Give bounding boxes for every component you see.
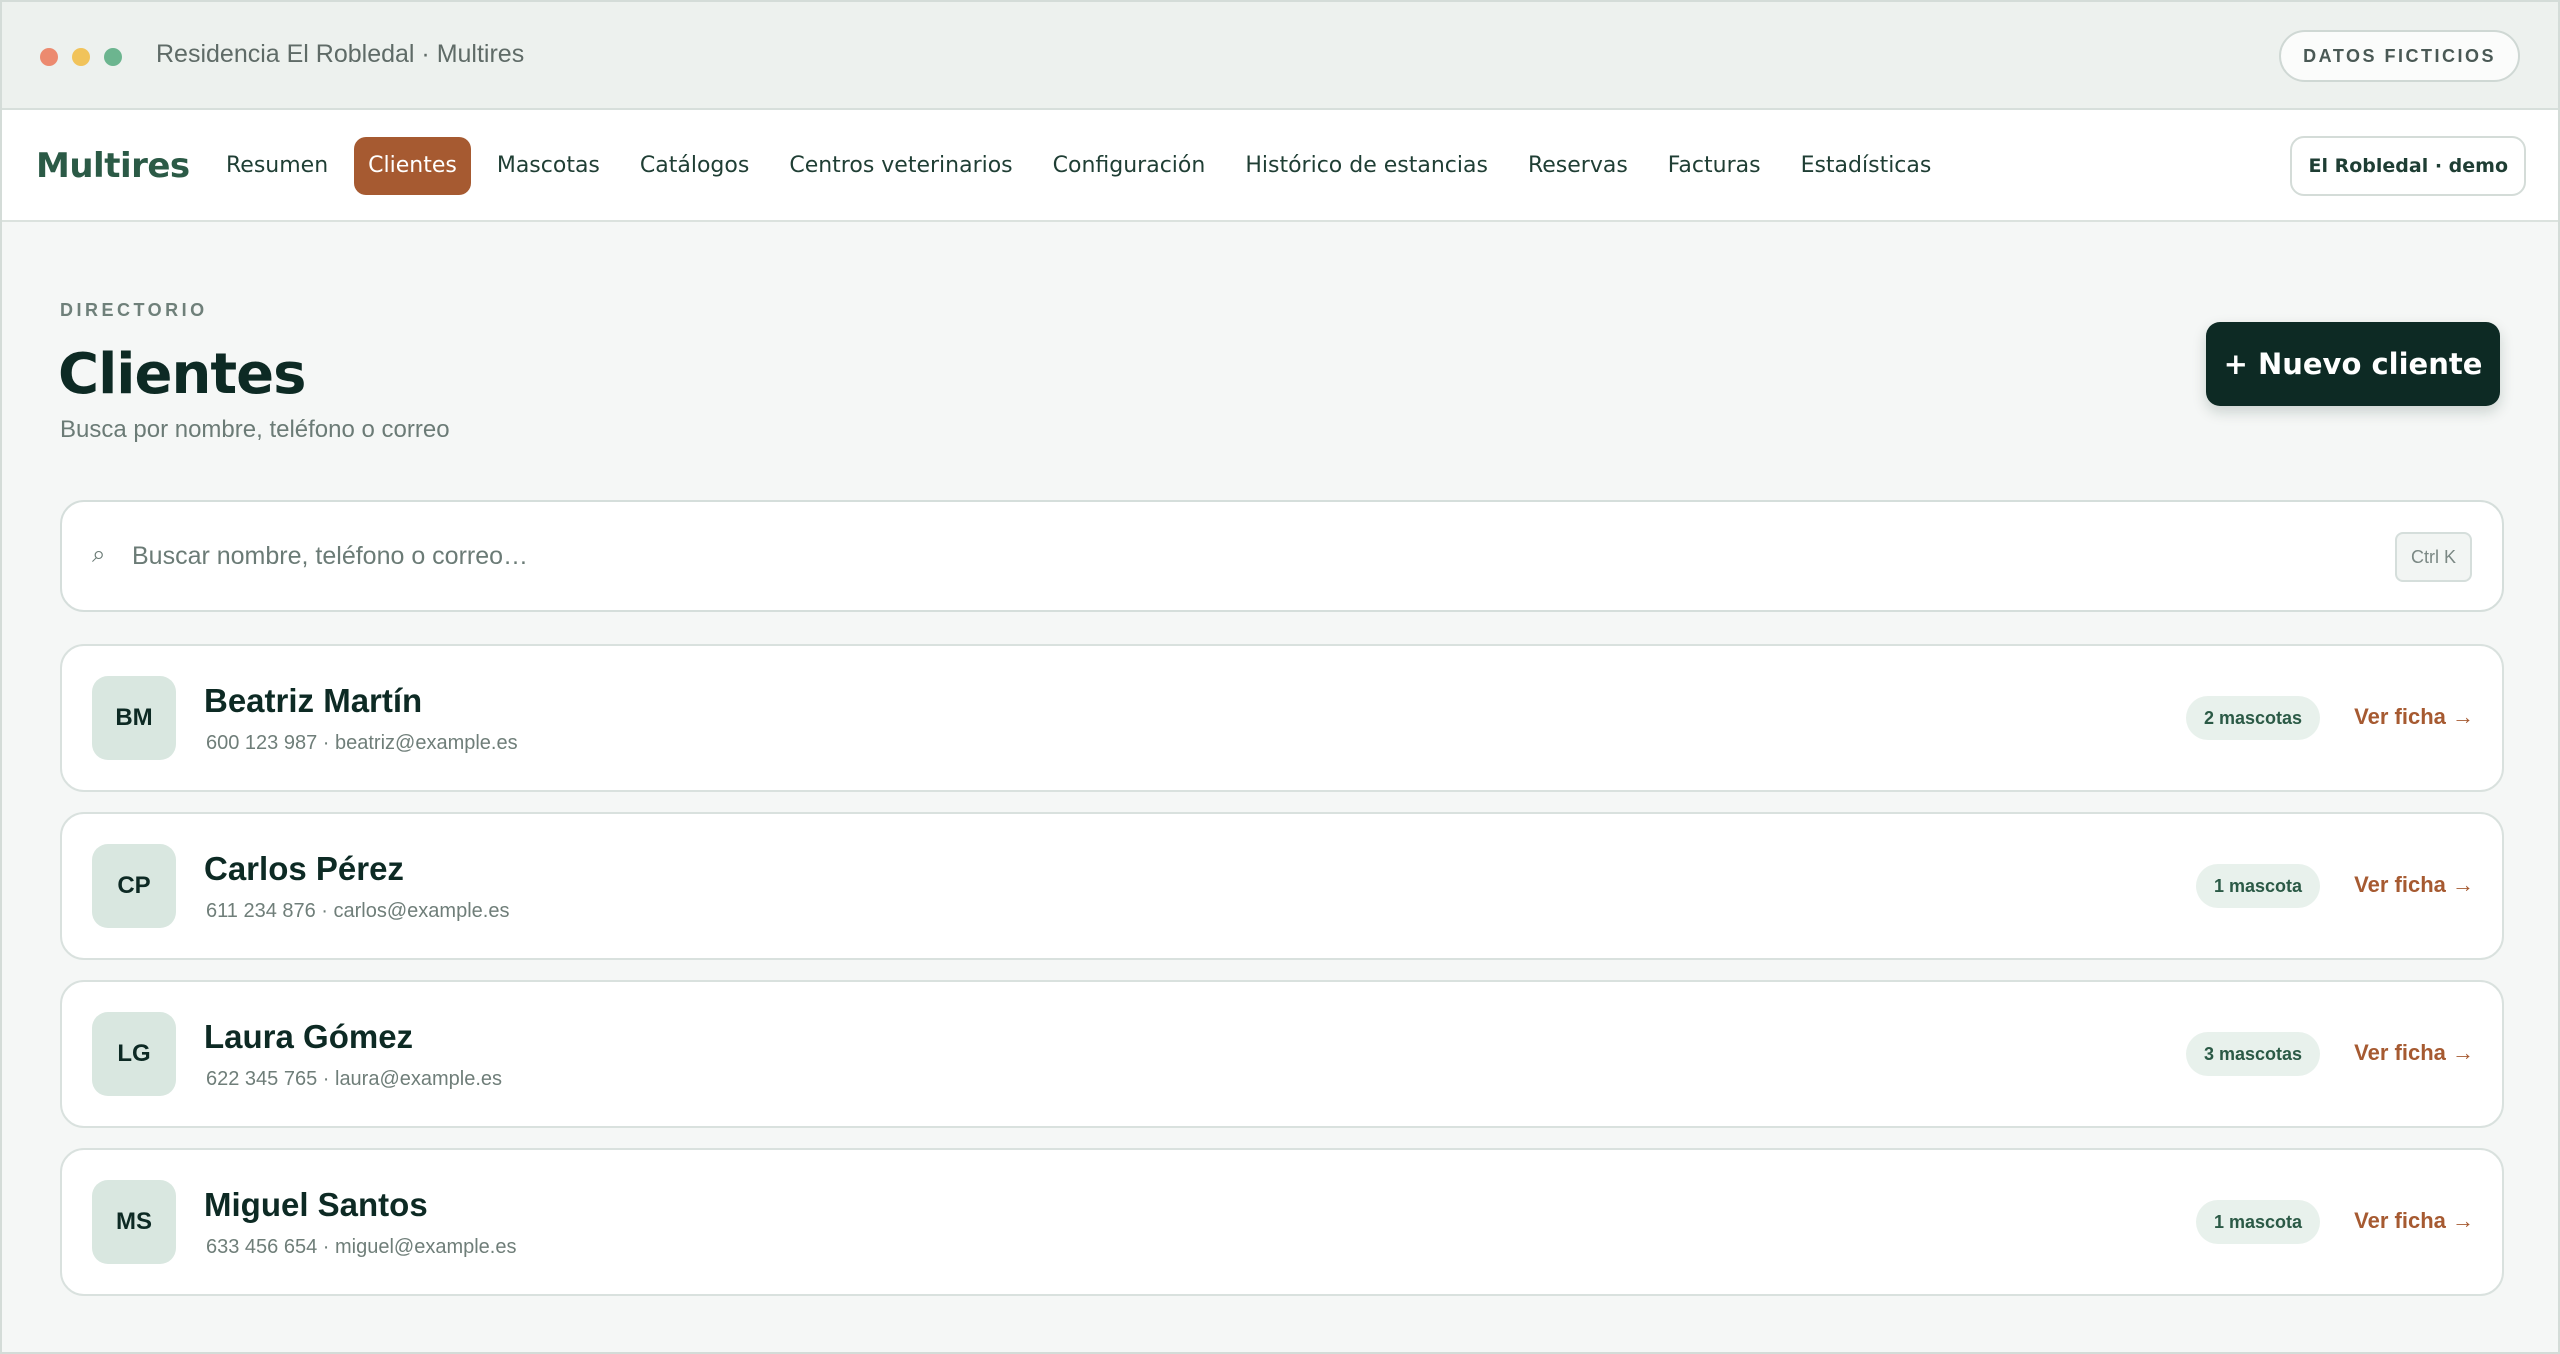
nav-item-configuracion[interactable]: Configuración (1039, 137, 1220, 195)
title-bar: Residencia El Robledal · Multires DATOS … (2, 2, 2558, 110)
nav-item-facturas[interactable]: Facturas (1654, 137, 1775, 195)
client-contact: 600 123 987 · beatriz@example.es (206, 732, 518, 754)
client-name: Beatriz Martín (204, 682, 423, 719)
pets-count-badge: 3 mascotas (2185, 1032, 2320, 1076)
client-row[interactable]: BM Beatriz Martín 600 123 987 · beatriz@… (60, 644, 2504, 792)
client-name: Miguel Santos (204, 1186, 428, 1223)
maximize-window-button[interactable] (104, 48, 122, 66)
pets-count-badge: 2 mascotas (2185, 696, 2320, 740)
nav-item-resumen[interactable]: Resumen (212, 137, 342, 195)
avatar: MS (92, 1180, 176, 1264)
client-name: Carlos Pérez (204, 850, 404, 887)
client-row[interactable]: MS Miguel Santos 633 456 654 · miguel@ex… (60, 1148, 2504, 1296)
page-title: Clientes (58, 342, 306, 407)
minimize-window-button[interactable] (72, 48, 90, 66)
window-title: Residencia El Robledal · Multires (156, 40, 525, 68)
search-icon: ⌕ (92, 541, 106, 568)
pets-count-badge: 1 mascota (2195, 864, 2320, 908)
nav-item-reservas[interactable]: Reservas (1514, 137, 1642, 195)
close-window-button[interactable] (40, 48, 58, 66)
client-contact: 611 234 876 · carlos@example.es (206, 900, 510, 922)
nav-item-historico-estancias[interactable]: Histórico de estancias (1231, 137, 1502, 195)
client-list: BM Beatriz Martín 600 123 987 · beatriz@… (60, 644, 2504, 1316)
main-navbar: Multires Resumen Clientes Mascotas Catál… (2, 110, 2558, 222)
avatar: LG (92, 1012, 176, 1096)
fictional-data-badge: DATOS FICTICIOS (2279, 30, 2520, 82)
client-contact: 622 345 765 · laura@example.es (206, 1068, 503, 1090)
app-window: Residencia El Robledal · Multires DATOS … (0, 0, 2560, 1354)
section-eyebrow: DIRECTORIO (60, 300, 208, 320)
nav-item-estadisticas[interactable]: Estadísticas (1787, 137, 1946, 195)
view-client-link[interactable]: Ver ficha → (2354, 1208, 2474, 1234)
client-row[interactable]: LG Laura Gómez 622 345 765 · laura@examp… (60, 980, 2504, 1128)
avatar: BM (92, 676, 176, 760)
client-contact: 633 456 654 · miguel@example.es (206, 1236, 517, 1258)
new-client-button[interactable]: + Nuevo cliente (2206, 322, 2500, 406)
nav-menu: Resumen Clientes Mascotas Catálogos Cent… (212, 137, 1957, 195)
pets-count-badge: 1 mascota (2195, 1200, 2320, 1244)
org-switcher[interactable]: El Robledal · demo (2290, 136, 2526, 196)
page-subtitle: Busca por nombre, teléfono o correo (60, 416, 450, 443)
nav-item-mascotas[interactable]: Mascotas (483, 137, 614, 195)
search-input[interactable] (132, 528, 2332, 584)
client-row[interactable]: CP Carlos Pérez 611 234 876 · carlos@exa… (60, 812, 2504, 960)
avatar: CP (92, 844, 176, 928)
nav-item-centros-veterinarios[interactable]: Centros veterinarios (775, 137, 1026, 195)
view-client-link[interactable]: Ver ficha → (2354, 1040, 2474, 1066)
nav-item-catalogos[interactable]: Catálogos (626, 137, 763, 195)
view-client-link[interactable]: Ver ficha → (2354, 704, 2474, 730)
search-box: ⌕ Ctrl K (60, 500, 2504, 612)
view-client-link[interactable]: Ver ficha → (2354, 872, 2474, 898)
brand-logo[interactable]: Multires (36, 146, 190, 186)
keyboard-shortcut-hint: Ctrl K (2395, 532, 2472, 582)
client-name: Laura Gómez (204, 1018, 414, 1055)
nav-item-clientes[interactable]: Clientes (354, 137, 471, 195)
